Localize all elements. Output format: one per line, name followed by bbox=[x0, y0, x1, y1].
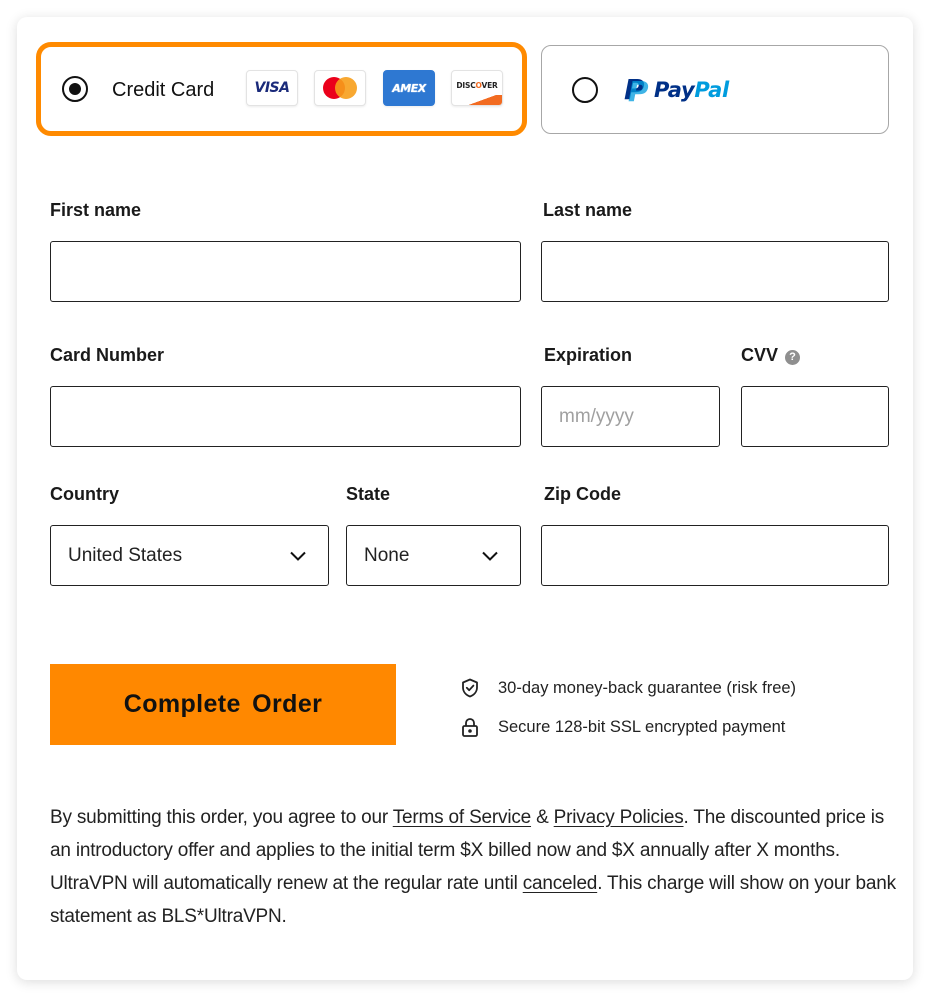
cancel-link[interactable]: canceled bbox=[523, 873, 598, 894]
country-label: Country bbox=[50, 484, 119, 504]
chevron-down-icon bbox=[482, 551, 498, 561]
money-back-guarantee: 30-day money-back guarantee (risk free) bbox=[460, 678, 796, 698]
cvv-label: CVV? bbox=[741, 345, 801, 366]
radio-selected-dot bbox=[69, 83, 81, 95]
zip-code-label: Zip Code bbox=[544, 484, 621, 504]
terms-of-service-link[interactable]: Terms of Service bbox=[393, 807, 531, 828]
secure-payment-note: Secure 128-bit SSL encrypted payment bbox=[460, 717, 785, 737]
credit-card-option[interactable]: Credit Card VISA AMEX DISCOVER bbox=[36, 42, 527, 136]
paypal-option[interactable]: P P PayPal bbox=[541, 45, 889, 134]
paypal-logo: P P PayPal bbox=[624, 73, 729, 108]
last-name-input[interactable] bbox=[541, 241, 889, 302]
country-selected-value: United States bbox=[68, 544, 183, 566]
chevron-down-icon bbox=[290, 551, 306, 561]
card-number-label: Card Number bbox=[50, 345, 165, 365]
amex-logo-icon: AMEX bbox=[383, 70, 435, 106]
first-name-label: First name bbox=[50, 200, 142, 220]
paypal-mark-icon: P P bbox=[624, 73, 649, 108]
discover-logo-icon: DISCOVER bbox=[451, 70, 503, 106]
zip-code-input[interactable] bbox=[541, 525, 889, 586]
country-select[interactable]: United States bbox=[50, 525, 329, 586]
legal-disclaimer: By submitting this order, you agree to o… bbox=[50, 807, 896, 927]
shield-check-icon bbox=[462, 678, 478, 698]
credit-card-label: Credit Card bbox=[112, 79, 215, 101]
expiration-input[interactable]: mm/yyyy bbox=[541, 386, 720, 447]
state-label: State bbox=[346, 484, 391, 504]
privacy-policies-link[interactable]: Privacy Policies bbox=[554, 807, 684, 828]
card-number-input[interactable] bbox=[50, 386, 521, 447]
paypal-radio[interactable] bbox=[572, 77, 598, 103]
last-name-label: Last name bbox=[543, 200, 633, 220]
state-selected-value: None bbox=[364, 544, 410, 566]
complete-order-button[interactable]: Complete Order bbox=[50, 664, 396, 745]
mastercard-logo-icon bbox=[314, 70, 366, 106]
credit-card-radio[interactable] bbox=[62, 76, 88, 102]
lock-icon bbox=[462, 718, 478, 737]
first-name-input[interactable] bbox=[50, 241, 521, 302]
state-select[interactable]: None bbox=[346, 525, 521, 586]
help-icon[interactable]: ? bbox=[785, 349, 801, 365]
visa-logo-icon: VISA bbox=[246, 70, 298, 106]
cvv-input[interactable] bbox=[741, 386, 889, 447]
expiration-label: Expiration bbox=[544, 345, 633, 365]
